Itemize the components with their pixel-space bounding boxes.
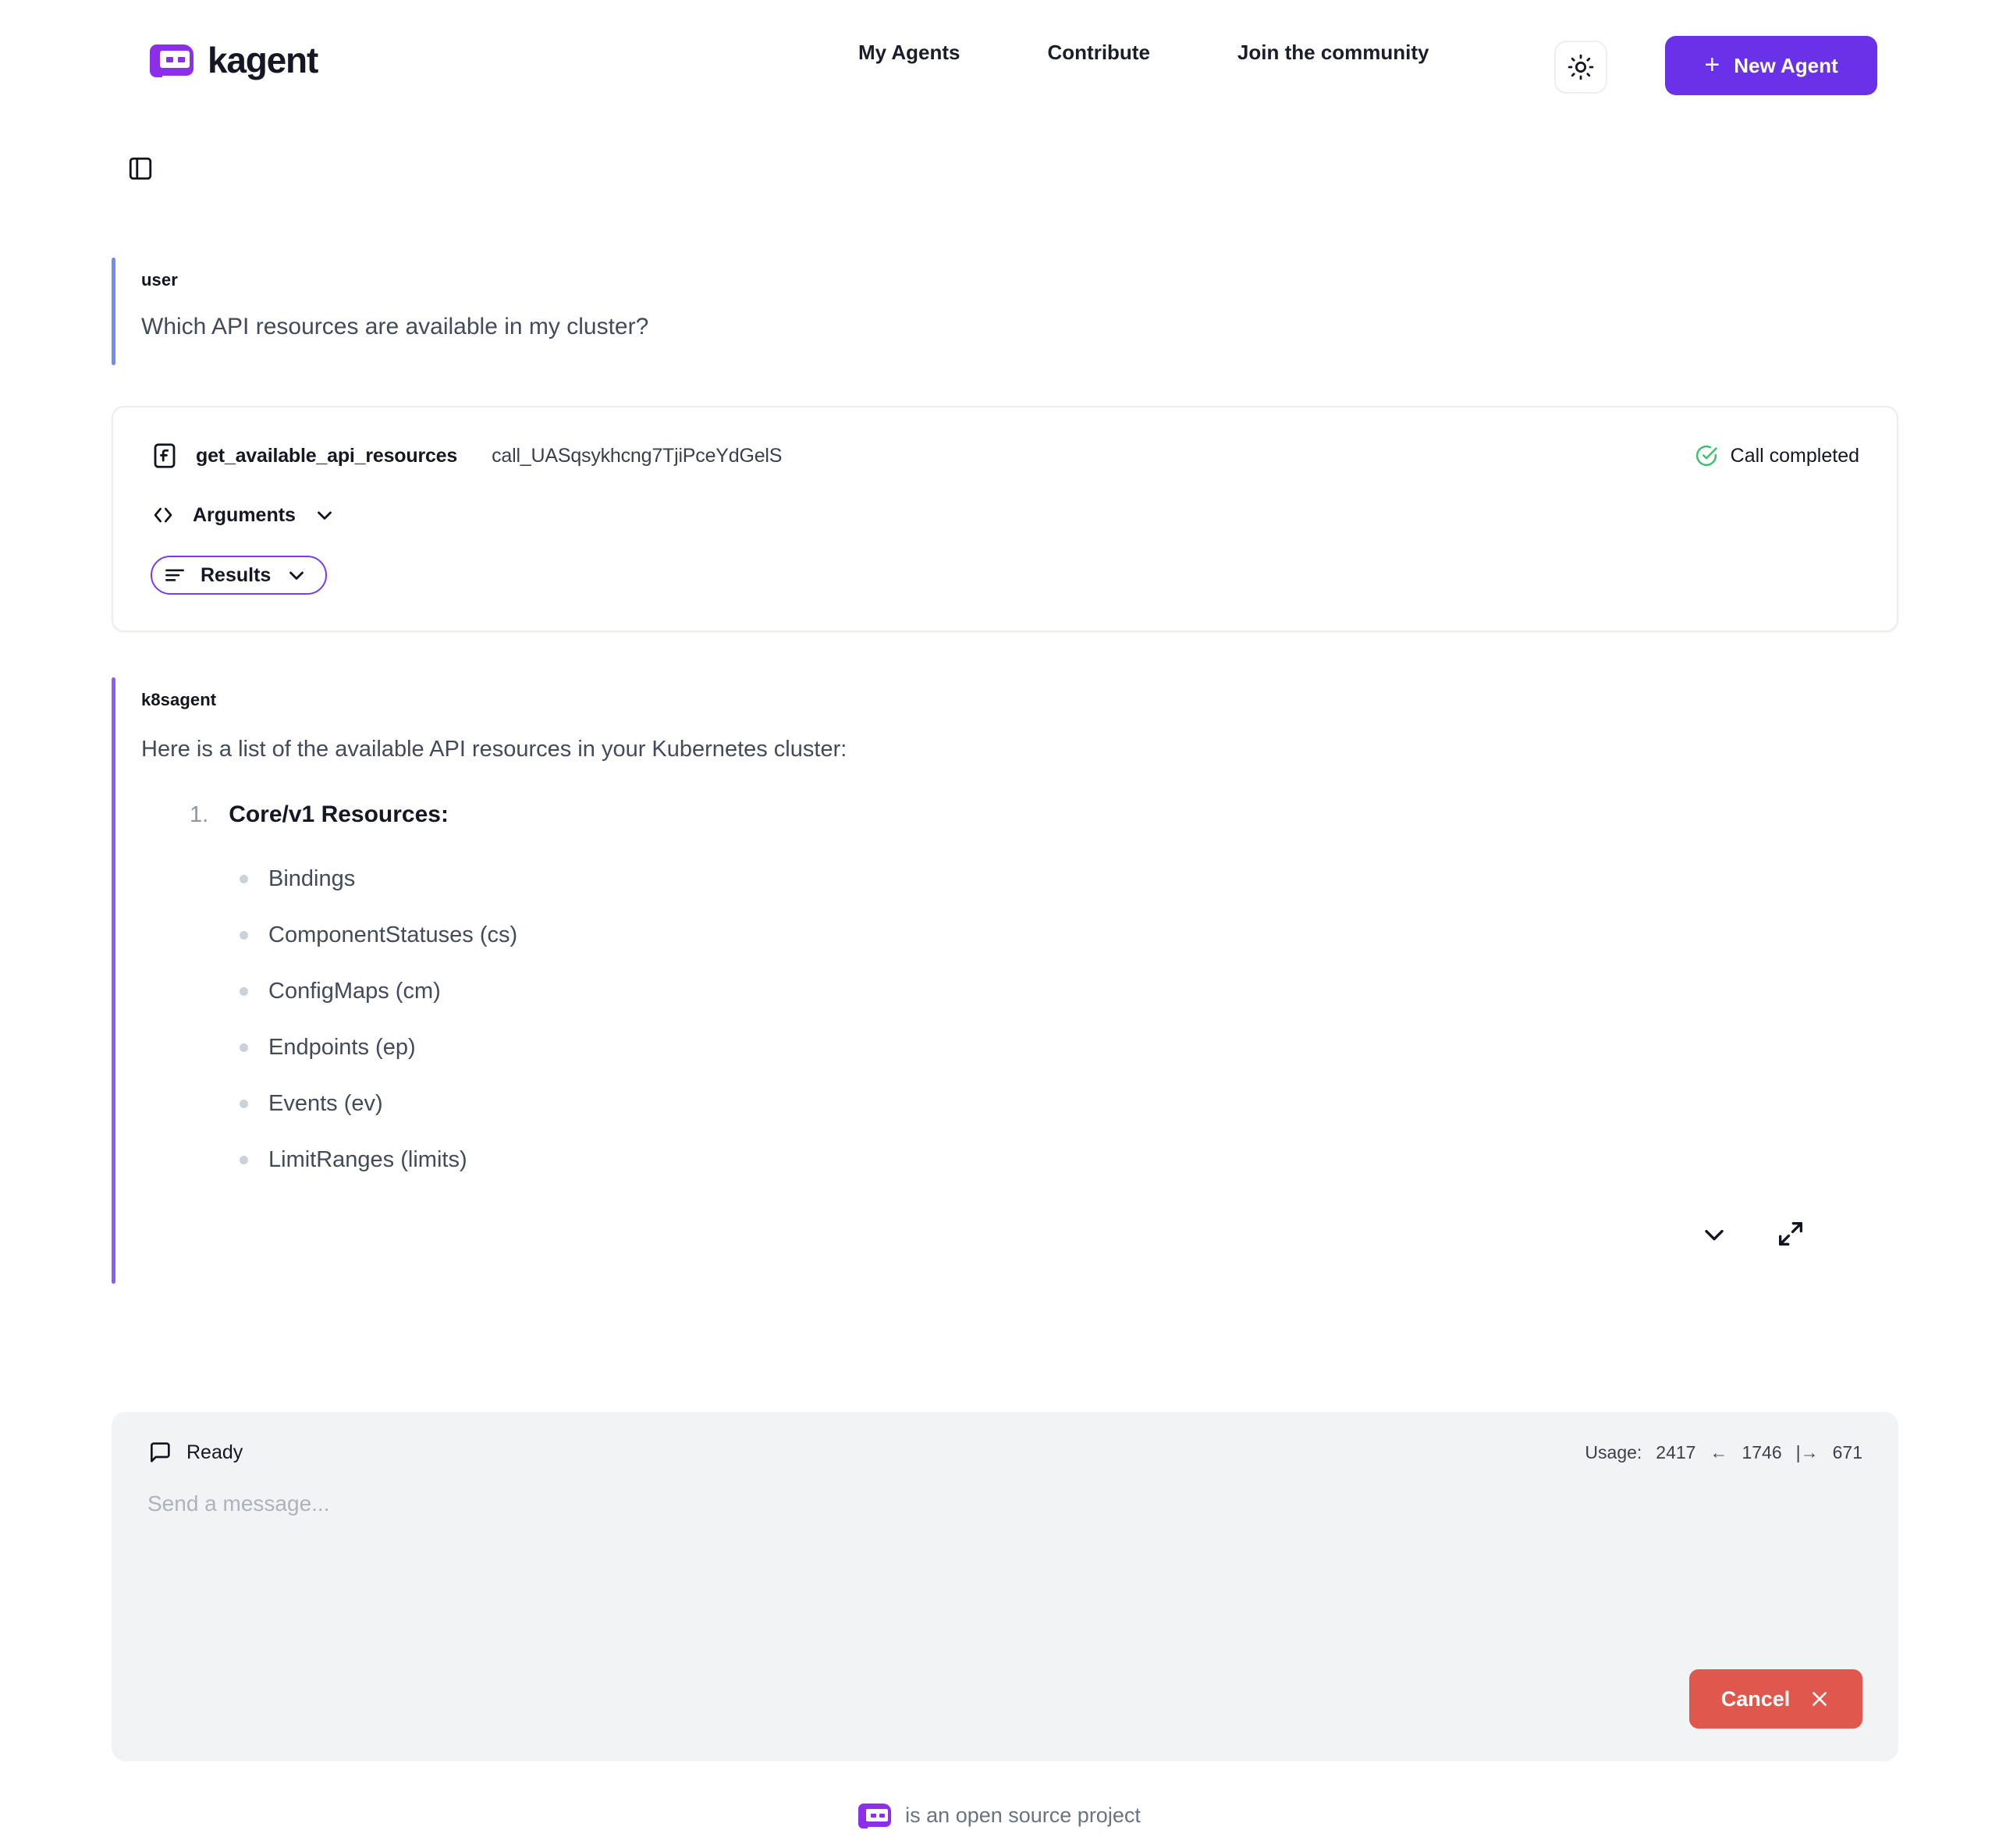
top-header: kagent My Agents Contribute Join the com… (0, 0, 1999, 131)
tool-arguments-label: Arguments (193, 503, 296, 526)
list-item-label: ConfigMaps (cm) (268, 979, 441, 1004)
message-input-panel: Ready Usage: 2417 ← 1746 |→ 671 Send a m… (112, 1412, 1898, 1761)
list-item-label: Events (ev) (268, 1091, 383, 1117)
list-item-label: Bindings (268, 866, 356, 892)
list-item: Events (ev) (240, 1076, 1891, 1132)
bullet-icon (240, 875, 248, 884)
close-icon (1813, 1692, 1827, 1706)
user-message: user Which API resources are available i… (112, 258, 1891, 365)
message-input[interactable]: Send a message... (112, 1465, 1898, 1516)
agent-status: Ready (147, 1440, 243, 1465)
code-brackets-icon (154, 507, 172, 523)
message-role-label: user (141, 270, 178, 290)
tool-results-label: Results (201, 563, 272, 586)
list-item: Endpoints (ep) (240, 1020, 1891, 1076)
nav-item-contribute[interactable]: Contribute (1048, 41, 1150, 65)
tool-status-label: Call completed (1730, 444, 1859, 467)
usage-output-tokens: 671 (1832, 1441, 1862, 1462)
kagent-logo-icon (858, 1803, 892, 1828)
expand-arrows-icon (1779, 1221, 1802, 1246)
function-icon (154, 443, 176, 468)
plus-icon: + (1704, 49, 1720, 80)
list-item-label: ComponentStatuses (cs) (268, 922, 518, 948)
cancel-button[interactable]: Cancel (1689, 1669, 1862, 1729)
message-square-icon (151, 1442, 170, 1462)
brand-logo[interactable]: kagent (150, 39, 318, 81)
app-root: kagent My Agents Contribute Join the com… (0, 0, 1999, 1848)
tool-call-card: get_available_api_resources call_UASqsyk… (112, 406, 1898, 632)
usage-stats: Usage: 2417 ← 1746 |→ 671 (1585, 1442, 1862, 1463)
input-panel-header: Ready Usage: 2417 ← 1746 |→ 671 (112, 1412, 1898, 1465)
bullet-list: Bindings ComponentStatuses (cs) ConfigMa… (141, 851, 1891, 1189)
tool-call-status: Call completed (1695, 444, 1859, 467)
cancel-label: Cancel (1720, 1686, 1791, 1711)
collapse-message-button[interactable] (1695, 1215, 1733, 1253)
usage-total: 2417 (1656, 1441, 1696, 1462)
brand-name: kagent (208, 40, 318, 80)
sun-icon (1568, 54, 1594, 80)
bullet-icon (240, 987, 248, 997)
message-role-label: k8sagent (141, 690, 217, 709)
list-item: ConfigMaps (cm) (240, 964, 1891, 1020)
list-item: Bindings (240, 851, 1891, 908)
list-item: ComponentStatuses (cs) (240, 908, 1891, 964)
footer-text: is an open source project (905, 1804, 1141, 1827)
check-circle-icon (1695, 445, 1717, 467)
list-item-title: Core/v1 Resources: (229, 801, 449, 827)
list-item: 1. Core/v1 Resources: (190, 801, 1891, 828)
list-item-label: Endpoints (ep) (268, 1035, 416, 1061)
list-lines-icon (165, 569, 184, 581)
usage-input-tokens: 1746 (1742, 1441, 1782, 1462)
tool-call-id: call_UASqsykhcng7TjiPceYdGelS (492, 444, 783, 467)
new-agent-button[interactable]: + New Agent (1665, 36, 1877, 95)
expand-message-button[interactable] (1772, 1215, 1809, 1253)
list-item-label: LimitRanges (limits) (268, 1147, 467, 1173)
panel-left-icon (129, 157, 152, 180)
usage-input-arrow-icon: ← (1710, 1441, 1728, 1462)
chevron-down-icon (318, 511, 332, 520)
usage-output-arrow-icon: |→ (1795, 1441, 1819, 1462)
usage-label: Usage: (1585, 1441, 1642, 1462)
tool-results-toggle[interactable]: Results (151, 556, 328, 595)
main-nav: My Agents Contribute Join the community (858, 41, 1429, 65)
nav-item-my-agents[interactable]: My Agents (858, 41, 960, 65)
tool-arguments-toggle[interactable]: Arguments (151, 503, 336, 528)
sidebar-toggle-button[interactable] (123, 151, 158, 186)
list-item-number: 1. (190, 801, 209, 827)
theme-toggle-button[interactable] (1554, 41, 1607, 94)
bullet-icon (240, 1043, 248, 1053)
agent-message-actions (141, 1215, 1891, 1253)
agent-message: k8sagent Here is a list of the available… (112, 677, 1891, 1284)
chevron-down-icon (1705, 1229, 1724, 1240)
chevron-down-icon (289, 571, 304, 580)
kagent-logo-icon (150, 43, 194, 77)
agent-intro-text: Here is a list of the available API reso… (141, 737, 847, 762)
list-item: LimitRanges (limits) (240, 1132, 1891, 1189)
nav-item-join-the-community[interactable]: Join the community (1237, 41, 1429, 65)
tool-name: get_available_api_resources (196, 444, 458, 467)
new-agent-label: New Agent (1734, 53, 1838, 77)
bullet-icon (240, 1100, 248, 1109)
ordered-list: 1. Core/v1 Resources: (141, 801, 1891, 828)
user-message-text: Which API resources are available in my … (141, 314, 649, 339)
status-label: Ready (186, 1441, 243, 1463)
tool-call-header: get_available_api_resources call_UASqsyk… (151, 442, 1859, 470)
bullet-icon (240, 931, 248, 940)
bullet-icon (240, 1156, 248, 1165)
conversation: user Which API resources are available i… (0, 258, 1999, 1284)
footer: is an open source project (0, 1803, 1999, 1828)
